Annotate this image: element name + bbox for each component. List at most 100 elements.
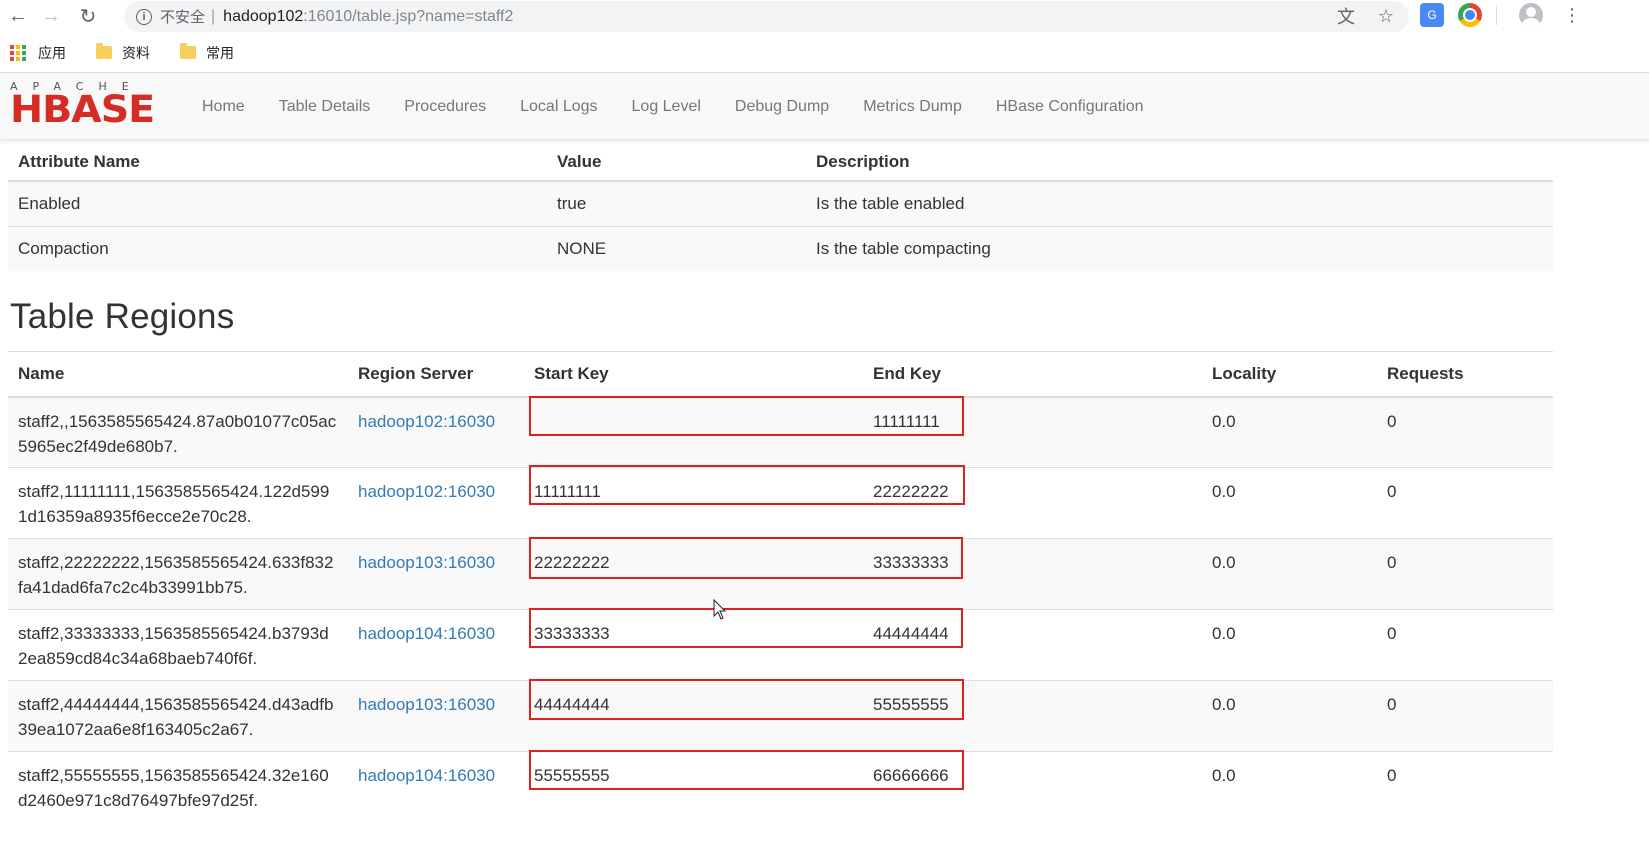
- start-key: 55555555: [524, 751, 863, 823]
- region-server-link[interactable]: hadoop102:16030: [358, 482, 495, 501]
- requests: 0: [1377, 751, 1553, 823]
- requests: 0: [1377, 396, 1553, 468]
- column-header: Start Key: [524, 351, 863, 398]
- table-row: Enabled true Is the table enabled: [8, 180, 1553, 226]
- region-name: staff2,11111111,1563585565424.122d5991d1…: [8, 467, 348, 539]
- column-header: Region Server: [348, 351, 524, 398]
- bookmark-label: 常用: [206, 44, 234, 61]
- table-row: staff2,,1563585565424.87a0b01077c05ac596…: [8, 396, 1553, 468]
- region-name: staff2,44444444,1563585565424.d43adfb39e…: [8, 680, 348, 752]
- mouse-cursor-icon: [713, 599, 727, 620]
- table-attributes: Attribute Name Value Description Enabled…: [8, 143, 1553, 271]
- table-row: staff2,44444444,1563585565424.d43adfb39e…: [8, 680, 1553, 752]
- chrome-extension-icon[interactable]: [1458, 3, 1482, 27]
- nav-metrics-dump[interactable]: Metrics Dump: [846, 98, 979, 116]
- locality: 0.0: [1202, 751, 1377, 823]
- region-server-cell: hadoop104:16030: [348, 609, 524, 681]
- info-icon[interactable]: i: [136, 8, 152, 25]
- start-key: 22222222: [524, 538, 863, 610]
- start-key: [524, 396, 863, 468]
- table-row: staff2,55555555,1563585565424.32e160d246…: [8, 751, 1553, 823]
- nav-procedures[interactable]: Procedures: [387, 98, 503, 116]
- hbase-navbar: APACHE HBASE Home Table Details Procedur…: [0, 73, 1649, 140]
- bookmark-folder-changyong[interactable]: 常用: [180, 43, 234, 63]
- table-row: staff2,33333333,1563585565424.b3793d2ea8…: [8, 609, 1553, 681]
- page-content: Attribute Name Value Description Enabled…: [8, 143, 1553, 823]
- attribute-value: true: [547, 180, 806, 226]
- table-header-row: Name Region Server Start Key End Key Loc…: [8, 351, 1553, 398]
- bookmark-star-icon[interactable]: ☆: [1375, 5, 1397, 27]
- table-row: staff2,11111111,1563585565424.122d5991d1…: [8, 467, 1553, 539]
- nav-debug-dump[interactable]: Debug Dump: [718, 98, 846, 116]
- region-server-link[interactable]: hadoop103:16030: [358, 695, 495, 714]
- attribute-name: Compaction: [8, 225, 547, 271]
- start-key: 44444444: [524, 680, 863, 752]
- bookmarks-bar: 应用 资料 常用: [0, 33, 1649, 73]
- address-bar[interactable]: i 不安全 | hadoop102:16010/table.jsp?name=s…: [124, 1, 1409, 32]
- region-name: staff2,33333333,1563585565424.b3793d2ea8…: [8, 609, 348, 681]
- nav-home[interactable]: Home: [185, 98, 262, 116]
- back-arrow-icon[interactable]: ←: [3, 2, 33, 32]
- bookmark-label: 应用: [38, 44, 66, 61]
- region-server-link[interactable]: hadoop102:16030: [358, 412, 495, 431]
- toolbar-divider: [1496, 5, 1497, 25]
- locality: 0.0: [1202, 680, 1377, 752]
- nav-hbase-configuration[interactable]: HBase Configuration: [979, 98, 1161, 116]
- end-key: 33333333: [863, 538, 1202, 610]
- reload-icon[interactable]: ↻: [73, 2, 103, 32]
- section-title-table-regions: Table Regions: [10, 297, 235, 336]
- hbase-logo[interactable]: APACHE HBASE: [10, 81, 170, 129]
- end-key: 66666666: [863, 751, 1202, 823]
- table-regions: Name Region Server Start Key End Key Loc…: [8, 351, 1553, 823]
- locality: 0.0: [1202, 538, 1377, 610]
- column-header: Name: [8, 351, 348, 398]
- column-header: Value: [547, 143, 806, 182]
- column-header: Attribute Name: [8, 143, 547, 182]
- region-server-link[interactable]: hadoop104:16030: [358, 766, 495, 785]
- bookmark-apps[interactable]: 应用: [10, 43, 66, 63]
- region-server-cell: hadoop102:16030: [348, 467, 524, 539]
- attribute-name: Enabled: [8, 180, 547, 226]
- requests: 0: [1377, 680, 1553, 752]
- google-translate-extension-icon[interactable]: G: [1420, 3, 1444, 27]
- locality: 0.0: [1202, 609, 1377, 681]
- start-key: 33333333: [524, 609, 863, 681]
- menu-kebab-icon[interactable]: ⋮: [1563, 5, 1581, 26]
- table-row: Compaction NONE Is the table compacting: [8, 225, 1553, 271]
- url-path: :16010/table.jsp?name=staff2: [303, 7, 514, 25]
- nav-local-logs[interactable]: Local Logs: [503, 98, 614, 116]
- logo-hbase-text: HBASE: [10, 88, 155, 131]
- folder-icon: [180, 43, 196, 59]
- requests: 0: [1377, 609, 1553, 681]
- end-key: 22222222: [863, 467, 1202, 539]
- translate-icon[interactable]: 文: [1335, 5, 1357, 27]
- nav-log-level[interactable]: Log Level: [615, 98, 718, 116]
- nav-table-details[interactable]: Table Details: [262, 98, 388, 116]
- forward-arrow-icon[interactable]: →: [36, 2, 66, 32]
- profile-avatar-icon[interactable]: [1519, 3, 1543, 27]
- address-separator: |: [211, 7, 216, 25]
- attribute-description: Is the table compacting: [806, 225, 1553, 271]
- column-header: Requests: [1377, 351, 1553, 398]
- insecure-label: 不安全: [160, 9, 206, 26]
- start-key: 11111111: [524, 467, 863, 539]
- bookmark-folder-ziliao[interactable]: 资料: [96, 43, 150, 63]
- region-server-link[interactable]: hadoop104:16030: [358, 624, 495, 643]
- column-header: End Key: [863, 351, 1202, 398]
- end-key: 11111111: [863, 396, 1202, 468]
- url-host: hadoop102: [223, 7, 304, 25]
- region-server-cell: hadoop102:16030: [348, 396, 524, 468]
- table-header-row: Attribute Name Value Description: [8, 143, 1553, 182]
- region-server-link[interactable]: hadoop103:16030: [358, 553, 495, 572]
- column-header: Locality: [1202, 351, 1377, 398]
- attribute-value: NONE: [547, 225, 806, 271]
- attribute-description: Is the table enabled: [806, 180, 1553, 226]
- folder-icon: [96, 43, 112, 59]
- region-server-cell: hadoop103:16030: [348, 680, 524, 752]
- browser-toolbar: ← → ↻ i 不安全 | hadoop102:16010/table.jsp?…: [0, 0, 1649, 33]
- apps-grid-icon: [10, 44, 26, 61]
- locality: 0.0: [1202, 396, 1377, 468]
- locality: 0.0: [1202, 467, 1377, 539]
- requests: 0: [1377, 538, 1553, 610]
- table-row: staff2,22222222,1563585565424.633f832fa4…: [8, 538, 1553, 610]
